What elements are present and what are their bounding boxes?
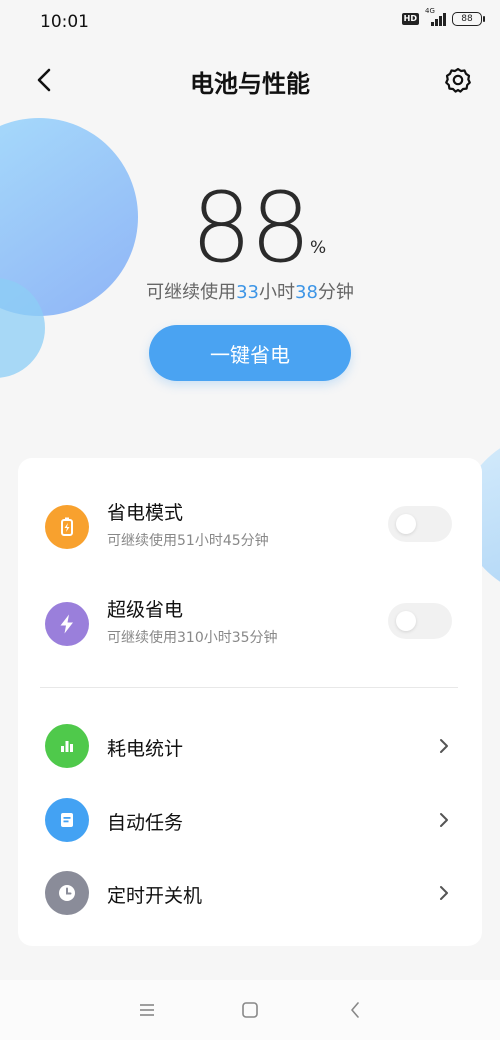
status-time: 10:01 bbox=[40, 12, 89, 32]
bar-chart-icon bbox=[45, 724, 89, 768]
power-saving-mode-toggle[interactable] bbox=[388, 506, 452, 542]
power-usage-row[interactable]: 耗电统计 bbox=[18, 722, 482, 770]
nav-back-button[interactable] bbox=[343, 998, 367, 1022]
lightning-icon bbox=[45, 602, 89, 646]
divider bbox=[40, 687, 458, 688]
remaining-minutes: 38 bbox=[295, 282, 318, 303]
battery-percent-block: 88 % bbox=[0, 172, 500, 284]
menu-button[interactable] bbox=[135, 998, 159, 1022]
one-key-save-button[interactable]: 一键省电 bbox=[149, 325, 351, 381]
menu-icon bbox=[140, 1004, 154, 1016]
power-usage-title: 耗电统计 bbox=[107, 738, 184, 760]
status-bar: 10:01 HD 4G 88 bbox=[0, 0, 500, 44]
percent-sign: % bbox=[310, 238, 327, 258]
hd-icon: HD bbox=[401, 13, 419, 25]
ultra-power-saving-toggle[interactable] bbox=[388, 603, 452, 639]
clock-icon bbox=[45, 871, 89, 915]
home-square-icon bbox=[242, 1002, 258, 1018]
ultra-power-saving-subtitle: 可继续使用310小时35分钟 bbox=[107, 630, 278, 646]
home-button[interactable] bbox=[238, 998, 262, 1022]
ultra-power-saving-title: 超级省电 bbox=[107, 599, 184, 621]
toggle-knob bbox=[396, 611, 416, 631]
header: 电池与性能 bbox=[0, 50, 500, 110]
toggle-knob bbox=[396, 514, 416, 534]
document-icon bbox=[45, 798, 89, 842]
ultra-power-saving-row: 超级省电 可继续使用310小时35分钟 bbox=[18, 595, 482, 653]
chevron-right-icon bbox=[436, 812, 452, 828]
battery-icon bbox=[45, 505, 89, 549]
status-icons: HD 4G 88 bbox=[401, 7, 485, 26]
network-type: 4G bbox=[425, 7, 435, 15]
auto-tasks-row[interactable]: 自动任务 bbox=[18, 796, 482, 844]
remaining-hours: 33 bbox=[236, 282, 259, 303]
battery-status-icon: 88 bbox=[452, 12, 485, 26]
back-arrow-icon bbox=[351, 1002, 359, 1018]
chevron-right-icon bbox=[436, 885, 452, 901]
settings-button[interactable] bbox=[440, 62, 476, 98]
battery-performance-screen: 10:01 HD 4G 88 电池与性能 88 % 可继续使用33小时38分钟 … bbox=[0, 0, 500, 1040]
minutes-unit: 分钟 bbox=[317, 282, 354, 303]
power-saving-mode-title: 省电模式 bbox=[107, 502, 184, 524]
battery-percent: 88 bbox=[190, 172, 311, 284]
signal-icon: 4G bbox=[425, 7, 446, 26]
hours-unit: 小时 bbox=[259, 282, 295, 303]
system-nav-bar bbox=[0, 980, 500, 1040]
gear-icon bbox=[445, 67, 471, 93]
remaining-time: 可继续使用33小时38分钟 bbox=[0, 278, 500, 304]
power-saving-mode-row: 省电模式 可继续使用51小时45分钟 bbox=[18, 498, 482, 556]
scheduled-power-row[interactable]: 定时开关机 bbox=[18, 869, 482, 917]
scheduled-power-title: 定时开关机 bbox=[107, 885, 203, 907]
remaining-prefix: 可继续使用 bbox=[146, 282, 237, 303]
page-title: 电池与性能 bbox=[190, 70, 310, 98]
power-saving-mode-subtitle: 可继续使用51小时45分钟 bbox=[107, 533, 269, 549]
settings-card: 省电模式 可继续使用51小时45分钟 超级省电 可继续使用310小时35分钟 耗… bbox=[18, 458, 482, 946]
chevron-right-icon bbox=[436, 738, 452, 754]
auto-tasks-title: 自动任务 bbox=[107, 812, 184, 834]
